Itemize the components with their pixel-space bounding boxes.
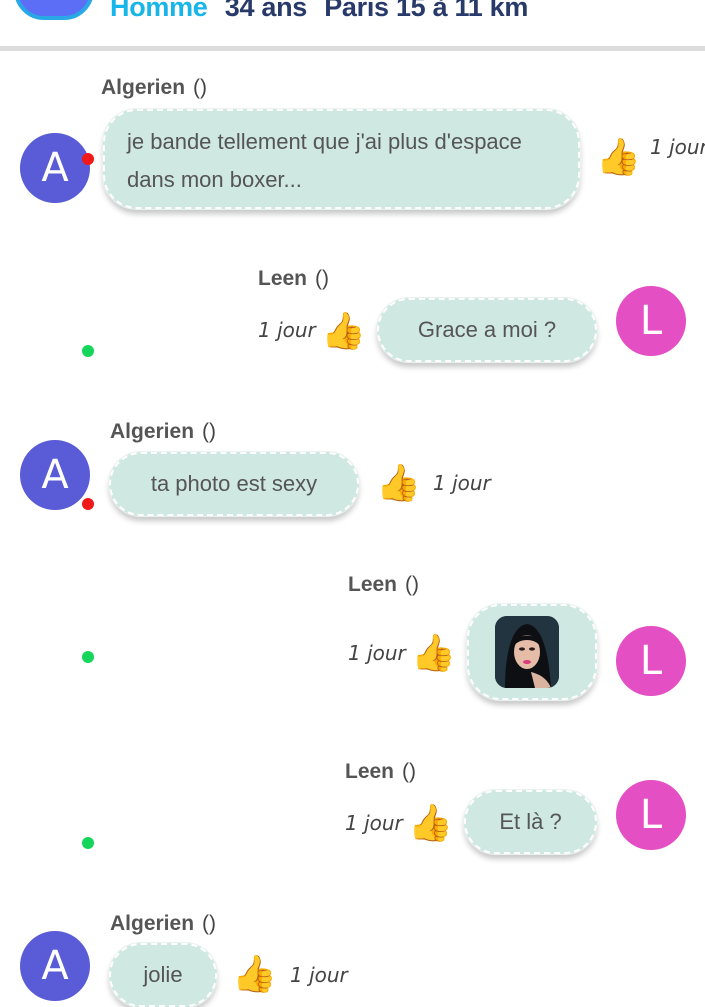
- avatar[interactable]: L: [616, 626, 686, 696]
- author-paren: (): [202, 420, 217, 443]
- author-name: Leen: [258, 267, 308, 290]
- author-name: Leen: [345, 760, 395, 783]
- online-status-dot: [82, 837, 94, 849]
- message-bubble[interactable]: ta photo est sexy: [108, 451, 360, 517]
- author-paren: (): [315, 267, 330, 290]
- profile-location: Paris 15 à 11 km: [324, 0, 529, 22]
- message-bubble[interactable]: Et là ?: [463, 789, 598, 855]
- photo-thumbnail-image: [495, 616, 559, 688]
- profile-avatar[interactable]: [14, 0, 94, 20]
- message-bubble[interactable]: je bande tellement que j'ai plus d'espac…: [102, 108, 581, 210]
- message-time: 1 jour: [290, 963, 348, 987]
- author-name: Leen: [348, 573, 398, 596]
- message-author: Leen (): [348, 573, 419, 597]
- message-time: 1 jour: [345, 811, 403, 835]
- profile-gender: Homme: [110, 0, 208, 22]
- message-time: 1 jour: [258, 318, 316, 342]
- message-time: 1 jour: [348, 641, 406, 665]
- author-name: Algerien: [110, 420, 195, 443]
- message-author: Algerien (): [110, 420, 216, 444]
- author-paren: (): [193, 76, 208, 99]
- author-paren: (): [405, 573, 420, 596]
- avatar[interactable]: L: [616, 286, 686, 356]
- message-author: Leen (): [345, 760, 416, 784]
- avatar[interactable]: L: [616, 780, 686, 850]
- message-author: Leen (): [258, 267, 329, 291]
- photo-attachment[interactable]: [495, 616, 559, 688]
- avatar[interactable]: A: [20, 931, 90, 1001]
- message-time: 1 jour: [433, 471, 491, 495]
- author-name: Algerien: [110, 912, 195, 935]
- thumbs-up-icon[interactable]: 👍: [596, 138, 641, 178]
- thumbs-up-icon[interactable]: 👍: [408, 804, 453, 844]
- message-author: Algerien (): [101, 76, 207, 100]
- author-name: Algerien: [101, 76, 186, 99]
- photo-message-bubble[interactable]: [466, 603, 598, 701]
- offline-status-dot: [82, 498, 94, 510]
- message-bubble[interactable]: Grace a moi ?: [376, 297, 598, 363]
- online-status-dot: [82, 345, 94, 357]
- online-status-dot: [82, 651, 94, 663]
- avatar[interactable]: A: [20, 440, 90, 510]
- message-time: 1 jour: [650, 135, 705, 159]
- message-bubble[interactable]: jolie: [108, 942, 218, 1007]
- thumbs-up-icon[interactable]: 👍: [411, 634, 456, 674]
- avatar[interactable]: A: [20, 133, 90, 203]
- offline-status-dot: [82, 153, 94, 165]
- thumbs-up-icon[interactable]: 👍: [321, 312, 366, 352]
- profile-age: 34 ans: [224, 0, 308, 22]
- message-author: Algerien (): [110, 912, 216, 936]
- thumbs-up-icon[interactable]: 👍: [232, 955, 277, 995]
- profile-summary: Homme 34 ans Paris 15 à 11 km: [110, 0, 528, 23]
- author-paren: (): [402, 760, 417, 783]
- author-paren: (): [202, 912, 217, 935]
- thumbs-up-icon[interactable]: 👍: [376, 464, 421, 504]
- profile-header: Homme 34 ans Paris 15 à 11 km: [0, 0, 705, 51]
